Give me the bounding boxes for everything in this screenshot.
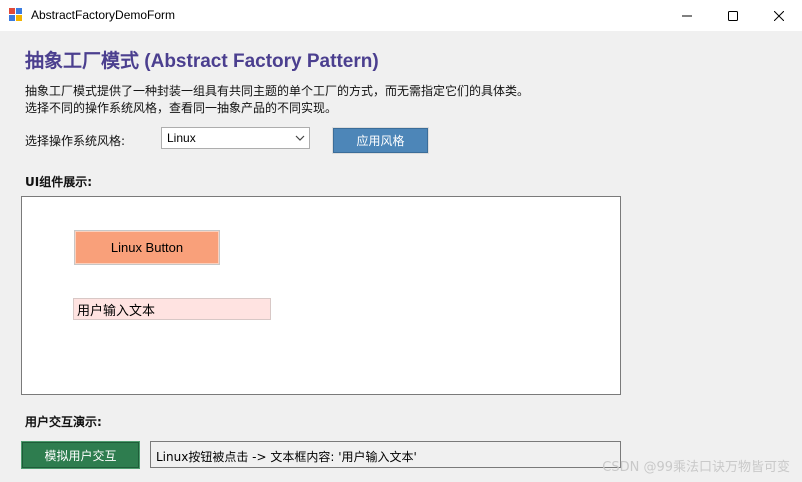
interaction-label: 用户交互演示: <box>25 415 102 429</box>
page-title: 抽象工厂模式 (Abstract Factory Pattern) <box>25 51 379 72</box>
ui-showcase-label: UI组件展示: <box>25 175 93 189</box>
os-style-selected-value: Linux <box>167 131 196 145</box>
minimize-icon <box>682 15 692 16</box>
ui-showcase-panel: Linux Button 用户输入文本 <box>21 196 621 395</box>
window-title: AbstractFactoryDemoForm <box>31 8 176 22</box>
maximize-icon <box>728 10 738 21</box>
linux-button[interactable]: Linux Button <box>74 230 220 265</box>
maximize-button[interactable] <box>710 0 756 31</box>
description-line-2: 选择不同的操作系统风格，查看同一抽象产品的不同实现。 <box>25 101 338 115</box>
simulate-interaction-button[interactable]: 模拟用户交互 <box>22 442 139 468</box>
title-bar[interactable]: AbstractFactoryDemoForm <box>0 0 802 31</box>
close-icon <box>774 10 784 21</box>
description-line-1: 抽象工厂模式提供了一种封装一组具有共同主题的单个工厂的方式，而无需指定它们的具体… <box>25 84 530 98</box>
chevron-down-icon <box>295 135 305 141</box>
app-icon <box>9 8 23 22</box>
watermark: CSDN @99乘法口诀万物皆可变 <box>602 460 790 475</box>
close-button[interactable] <box>756 0 802 31</box>
style-selector-label: 选择操作系统风格: <box>25 134 126 148</box>
user-input-textbox[interactable]: 用户输入文本 <box>73 298 271 320</box>
apply-style-button[interactable]: 应用风格 <box>333 128 428 153</box>
minimize-button[interactable] <box>664 0 710 31</box>
interaction-result-box: Linux按钮被点击 -> 文本框内容: '用户输入文本' <box>150 441 621 468</box>
os-style-dropdown[interactable]: Linux <box>161 127 310 149</box>
app-window: AbstractFactoryDemoForm 抽象工厂模式 (Abstract… <box>0 0 802 482</box>
